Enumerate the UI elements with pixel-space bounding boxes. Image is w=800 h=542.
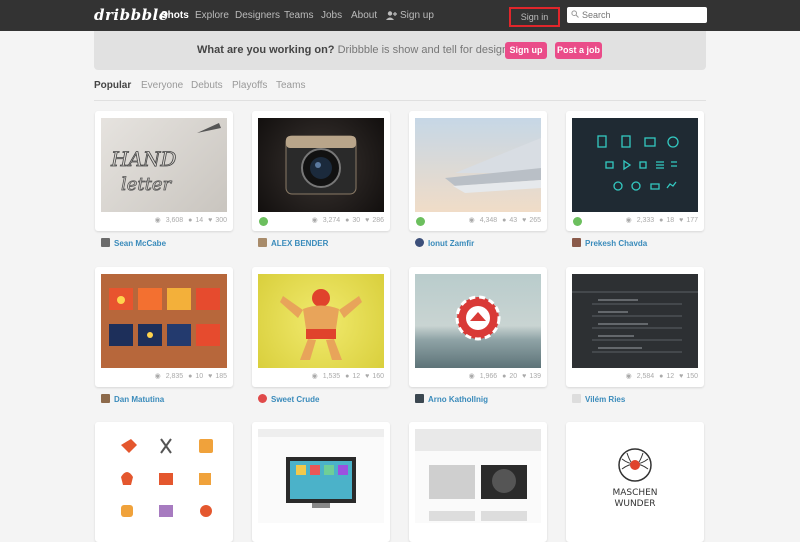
shot-stats: ◉ 1,966 ● 20 ♥ 139 <box>468 373 541 380</box>
search-box <box>567 7 707 23</box>
author-name[interactable]: Prekesh Chavda <box>585 239 647 248</box>
shot-thumbnail[interactable] <box>258 274 384 368</box>
avatar[interactable] <box>101 238 110 247</box>
shot-thumbnail[interactable] <box>415 274 541 368</box>
avatar[interactable] <box>415 394 424 403</box>
nav-jobs[interactable]: Jobs <box>321 10 342 21</box>
avatar[interactable] <box>572 238 581 247</box>
nav-about[interactable]: About <box>351 10 377 21</box>
tab-teams[interactable]: Teams <box>276 80 305 91</box>
svg-text:HAND: HAND <box>110 147 176 171</box>
banner-text: What are you working on? Dribbble is sho… <box>197 44 527 56</box>
shot-stats: ◉ 2,584 ● 12 ♥ 150 <box>625 373 698 380</box>
shot-card[interactable]: ◉ 2,835 ● 10 ♥ 185 <box>95 267 233 387</box>
shot-thumbnail[interactable] <box>258 429 384 523</box>
author-name[interactable]: Sweet Crude <box>271 395 319 404</box>
tab-everyone[interactable]: Everyone <box>141 80 183 91</box>
avatar[interactable] <box>258 238 267 247</box>
shot-stats: ◉ 1,535 ● 12 ♥ 160 <box>311 373 384 380</box>
sign-in-link[interactable]: Sign in <box>509 7 560 27</box>
author-name[interactable]: Dan Matutina <box>114 395 164 404</box>
shot-card[interactable]: ◉ 3,274 ● 30 ♥ 286 <box>252 111 390 231</box>
svg-text:MASCHEN: MASCHEN <box>612 488 657 498</box>
author-name[interactable]: Vilém Ries <box>585 395 625 404</box>
shot-card[interactable]: ◉ 4,348 ● 43 ♥ 265 <box>409 111 547 231</box>
shot-card[interactable]: MASCHEN WUNDER <box>566 422 704 542</box>
tab-playoffs[interactable]: Playoffs <box>232 80 267 91</box>
shot-stats: ◉ 3,608 ● 14 ♥ 300 <box>154 217 227 224</box>
shot-thumbnail[interactable] <box>415 118 541 212</box>
shot-stats: ◉ 2,835 ● 10 ♥ 185 <box>154 373 227 380</box>
tab-popular[interactable]: Popular <box>94 80 131 91</box>
banner-sign-up-button[interactable]: Sign up <box>505 42 547 59</box>
author-name[interactable]: Sean McCabe <box>114 239 166 248</box>
shot-thumbnail[interactable]: MASCHEN WUNDER <box>572 429 698 523</box>
top-navigation-bar: dribbble Shots Explore Designers Teams J… <box>0 0 800 31</box>
shot-card[interactable] <box>252 422 390 542</box>
author-name[interactable]: Ionut Zamfir <box>428 239 474 248</box>
tab-debuts[interactable]: Debuts <box>191 80 223 91</box>
shot-stats: ◉ 3,274 ● 30 ♥ 286 <box>311 217 384 224</box>
search-icon <box>571 10 579 18</box>
post-a-job-button[interactable]: Post a job <box>555 42 602 59</box>
nav-designers[interactable]: Designers <box>235 10 280 21</box>
avatar[interactable] <box>572 394 581 403</box>
shot-thumbnail[interactable] <box>101 274 227 368</box>
shot-thumbnail[interactable] <box>258 118 384 212</box>
shot-stats: ◉ 2,333 ● 18 ♥ 177 <box>625 217 698 224</box>
shot-card[interactable]: ◉ 1,535 ● 12 ♥ 160 <box>252 267 390 387</box>
shot-card[interactable]: ◉ 1,966 ● 20 ♥ 139 <box>409 267 547 387</box>
nav-explore[interactable]: Explore <box>195 10 229 21</box>
signup-banner: What are you working on? Dribbble is sho… <box>94 31 706 70</box>
shot-thumbnail[interactable] <box>572 274 698 368</box>
shot-card[interactable]: ◉ 2,333 ● 18 ♥ 177 <box>566 111 704 231</box>
search-input[interactable] <box>582 7 702 23</box>
shot-card[interactable]: HAND letter ◉ 3,608 ● 14 ♥ 300 <box>95 111 233 231</box>
avatar[interactable] <box>101 394 110 403</box>
shot-thumbnail[interactable]: HAND letter <box>101 118 227 212</box>
avatar[interactable] <box>415 238 424 247</box>
add-user-icon[interactable] <box>386 10 397 21</box>
shot-card[interactable]: ◉ 2,584 ● 12 ♥ 150 <box>566 267 704 387</box>
shot-thumbnail[interactable] <box>572 118 698 212</box>
shot-card[interactable] <box>409 422 547 542</box>
shot-stats: ◉ 4,348 ● 43 ♥ 265 <box>468 217 541 224</box>
svg-text:letter: letter <box>121 174 173 195</box>
shot-thumbnail[interactable] <box>101 429 227 523</box>
author-name[interactable]: Arno Kathollnig <box>428 395 488 404</box>
shot-card[interactable] <box>95 422 233 542</box>
nav-sign-up[interactable]: Sign up <box>400 10 434 21</box>
author-name[interactable]: ALEX BENDER <box>271 239 328 248</box>
nav-teams[interactable]: Teams <box>284 10 313 21</box>
avatar[interactable] <box>258 394 267 403</box>
shot-thumbnail[interactable] <box>415 429 541 523</box>
divider <box>94 100 706 101</box>
svg-text:WUNDER: WUNDER <box>614 499 655 509</box>
nav-shots[interactable]: Shots <box>161 10 189 21</box>
dribbble-logo[interactable]: dribbble <box>94 6 169 24</box>
